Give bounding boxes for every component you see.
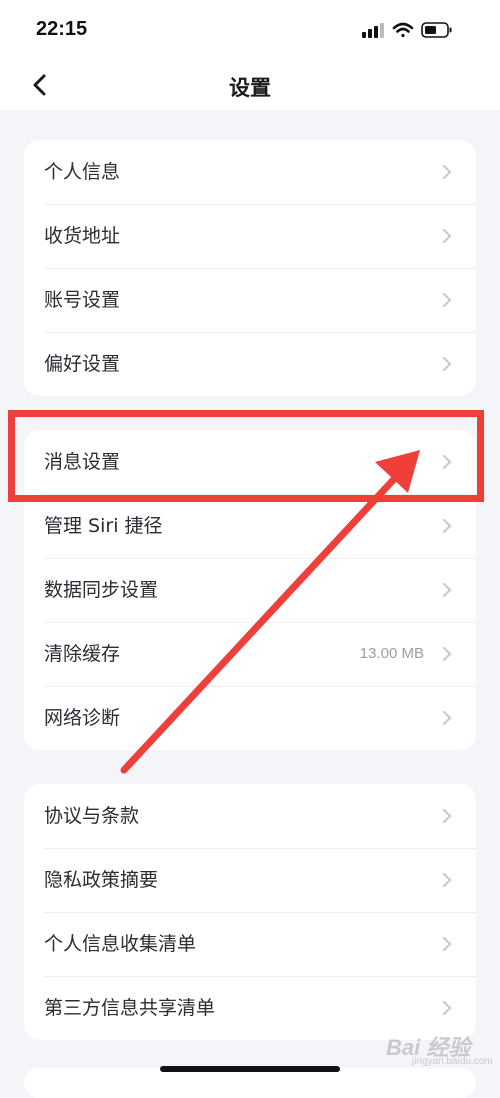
settings-item-label: 偏好设置 — [44, 353, 121, 375]
chevron-right-icon — [443, 519, 452, 533]
battery-icon — [421, 22, 452, 38]
settings-item-label: 管理 Siri 捷径 — [44, 515, 163, 537]
chevron-right-icon — [443, 873, 452, 887]
settings-item-account-settings[interactable]: 账号设置 — [24, 268, 476, 332]
settings-item-label: 隐私政策摘要 — [44, 869, 159, 891]
settings-item-label: 第三方信息共享清单 — [44, 997, 216, 1019]
settings-item-siri-shortcuts[interactable]: 管理 Siri 捷径 — [24, 494, 476, 558]
cache-size-value: 13.00 MB — [359, 645, 424, 662]
chevron-right-icon — [443, 229, 452, 243]
settings-item-shipping-address[interactable]: 收货地址 — [24, 204, 476, 268]
highlight-box — [8, 410, 484, 502]
settings-item-personal-info[interactable]: 个人信息 — [24, 140, 476, 204]
settings-group-next — [24, 1068, 476, 1098]
chevron-right-icon — [443, 809, 452, 823]
wifi-icon — [392, 22, 414, 38]
chevron-right-icon — [443, 711, 452, 725]
page-title: 设置 — [229, 76, 271, 100]
chevron-right-icon — [443, 293, 452, 307]
settings-item-data-sync[interactable]: 数据同步设置 — [24, 558, 476, 622]
chevron-right-icon — [443, 937, 452, 951]
settings-item-preferences[interactable]: 偏好设置 — [24, 332, 476, 396]
chevron-right-icon — [443, 583, 452, 597]
settings-item-label: 账号设置 — [44, 289, 121, 311]
settings-item-label: 收货地址 — [44, 225, 121, 247]
settings-group-account: 个人信息 收货地址 账号设置 偏好设置 — [24, 140, 476, 396]
status-icons — [350, 20, 470, 40]
chevron-right-icon — [443, 647, 452, 661]
settings-item-clear-cache[interactable]: 清除缓存 13.00 MB — [24, 622, 476, 686]
settings-item-privacy-summary[interactable]: 隐私政策摘要 — [24, 848, 476, 912]
settings-item-network-diagnosis[interactable]: 网络诊断 — [24, 686, 476, 750]
settings-item-label: 清除缓存 — [44, 643, 121, 665]
settings-item-personal-info-list[interactable]: 个人信息收集清单 — [24, 912, 476, 976]
chevron-right-icon — [443, 1001, 452, 1015]
settings-item-label: 个人信息 — [44, 161, 121, 183]
signal-icon — [362, 23, 384, 38]
settings-group-legal: 协议与条款 隐私政策摘要 个人信息收集清单 第三方信息共享清单 — [24, 784, 476, 1040]
chevron-right-icon — [443, 357, 452, 371]
chevron-right-icon — [443, 165, 452, 179]
settings-item-label: 网络诊断 — [44, 707, 121, 729]
status-time: 22:15 — [36, 18, 88, 40]
watermark: Bai 经验 jingyan.baidu.com — [380, 1022, 493, 1072]
watermark-sub: jingyan.baidu.com — [412, 1056, 493, 1067]
navigation-bar: 设置 — [0, 60, 500, 110]
settings-item-label: 数据同步设置 — [44, 579, 159, 601]
settings-item-terms[interactable]: 协议与条款 — [24, 784, 476, 848]
settings-item-label: 协议与条款 — [44, 805, 140, 827]
status-bar: 22:15 — [0, 0, 500, 60]
home-indicator[interactable] — [160, 1066, 340, 1072]
settings-item-label: 个人信息收集清单 — [44, 933, 197, 955]
